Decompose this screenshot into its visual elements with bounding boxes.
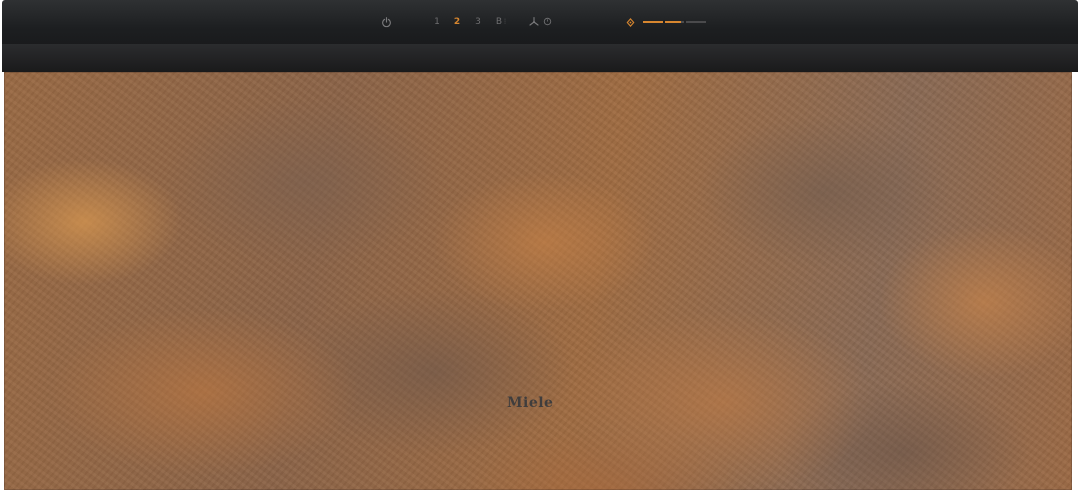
rust-finish-panel	[4, 72, 1072, 490]
boost-dots: ⋮	[502, 18, 509, 25]
control-bar: 1 2 3 B⋮	[2, 0, 1078, 46]
fan-level-1-button[interactable]: 1	[432, 14, 442, 30]
light-level-fill	[643, 21, 681, 23]
cooker-hood: 1 2 3 B⋮ Miele	[0, 0, 1080, 491]
light-level-slider[interactable]	[643, 20, 706, 24]
slider-segment-divider	[684, 20, 686, 24]
light-icon[interactable]	[625, 17, 636, 28]
timer-icon[interactable]	[543, 17, 552, 26]
power-icon[interactable]	[381, 17, 392, 28]
fan-level-3-button[interactable]: 3	[473, 14, 483, 30]
boost-button[interactable]: B⋮	[495, 14, 509, 30]
slider-segment-divider	[663, 20, 665, 24]
fan-level-2-button[interactable]: 2	[452, 14, 462, 30]
control-bar-underside	[2, 44, 1078, 72]
fan-icon[interactable]	[528, 16, 540, 28]
brand-logo: Miele	[507, 395, 554, 411]
